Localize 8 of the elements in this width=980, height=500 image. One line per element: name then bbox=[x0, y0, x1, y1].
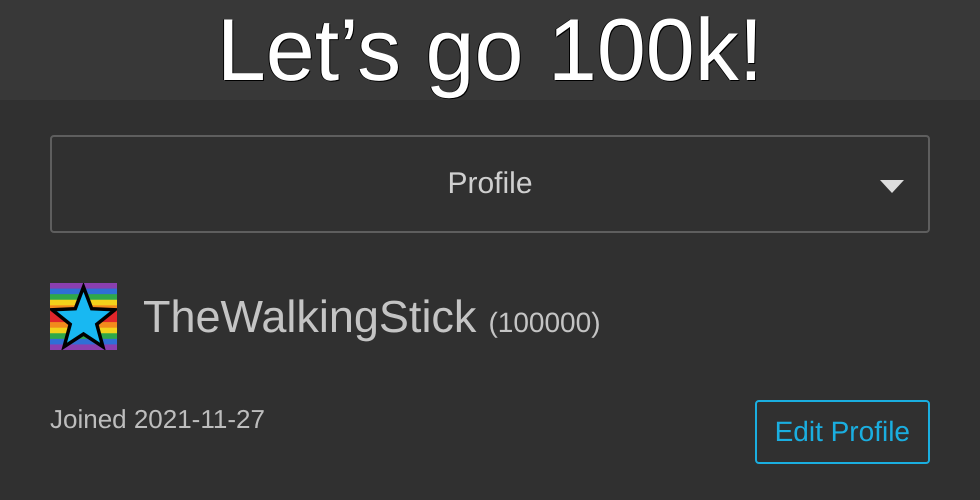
caret-icon bbox=[880, 180, 904, 193]
edit-profile-button[interactable]: Edit Profile bbox=[754, 400, 930, 464]
join-date: Joined 2021-11-27 bbox=[50, 404, 265, 434]
meme-caption: Let’s go 100k! bbox=[216, 0, 764, 100]
profile-dropdown[interactable]: Profile bbox=[50, 135, 930, 233]
star-flag-icon bbox=[50, 283, 117, 350]
point-count: (100000) bbox=[488, 306, 601, 338]
username: TheWalkingStick bbox=[143, 290, 476, 342]
